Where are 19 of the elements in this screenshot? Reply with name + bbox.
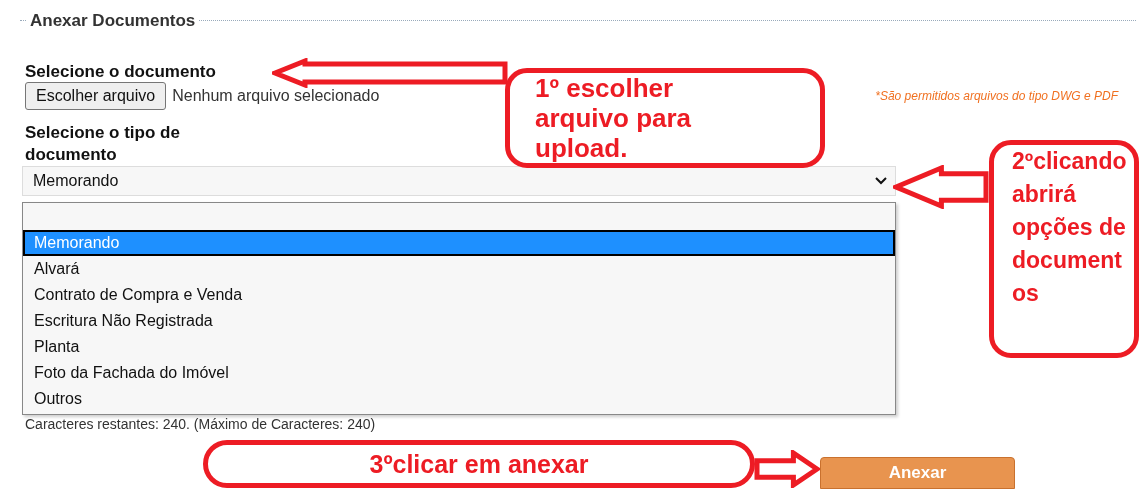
- dropdown-option[interactable]: Alvará: [23, 255, 895, 282]
- annotation-callout: 3ºclicar em anexar: [203, 440, 755, 488]
- dropdown-option[interactable]: Outros: [23, 385, 895, 412]
- chevron-down-icon: [875, 176, 887, 185]
- dropdown-option[interactable]: Foto da Fachada do Imóvel: [23, 359, 895, 386]
- dropdown-option[interactable]: Planta: [23, 333, 895, 360]
- choose-file-button[interactable]: Escolher arquivo: [25, 81, 167, 110]
- field-label: Selecione o tipo de documento: [25, 121, 181, 166]
- document-type-select[interactable]: Memorando: [22, 165, 896, 196]
- field-label: Selecione o documento: [25, 61, 216, 82]
- annotation-arrow: [754, 450, 820, 488]
- file-type-note: *São permitidos arquivos do tipo DWG e PDF: [875, 87, 1118, 105]
- annotation-callout: 1º escolher arquivo para upload.: [505, 68, 825, 168]
- file-status-text: Nenhum arquivo selecionado: [172, 85, 380, 106]
- annotation-callout: 2ºclicando abrirá opções de documentos: [989, 140, 1139, 358]
- section-legend: Anexar Documentos: [26, 8, 200, 34]
- character-counter: Caracteres restantes: 240. (Máximo de Caracteres: 240): [24, 415, 377, 432]
- dropdown-option[interactable]: Escritura Não Registrada: [23, 307, 895, 334]
- dropdown-option[interactable]: Contrato de Compra e Venda: [23, 281, 895, 308]
